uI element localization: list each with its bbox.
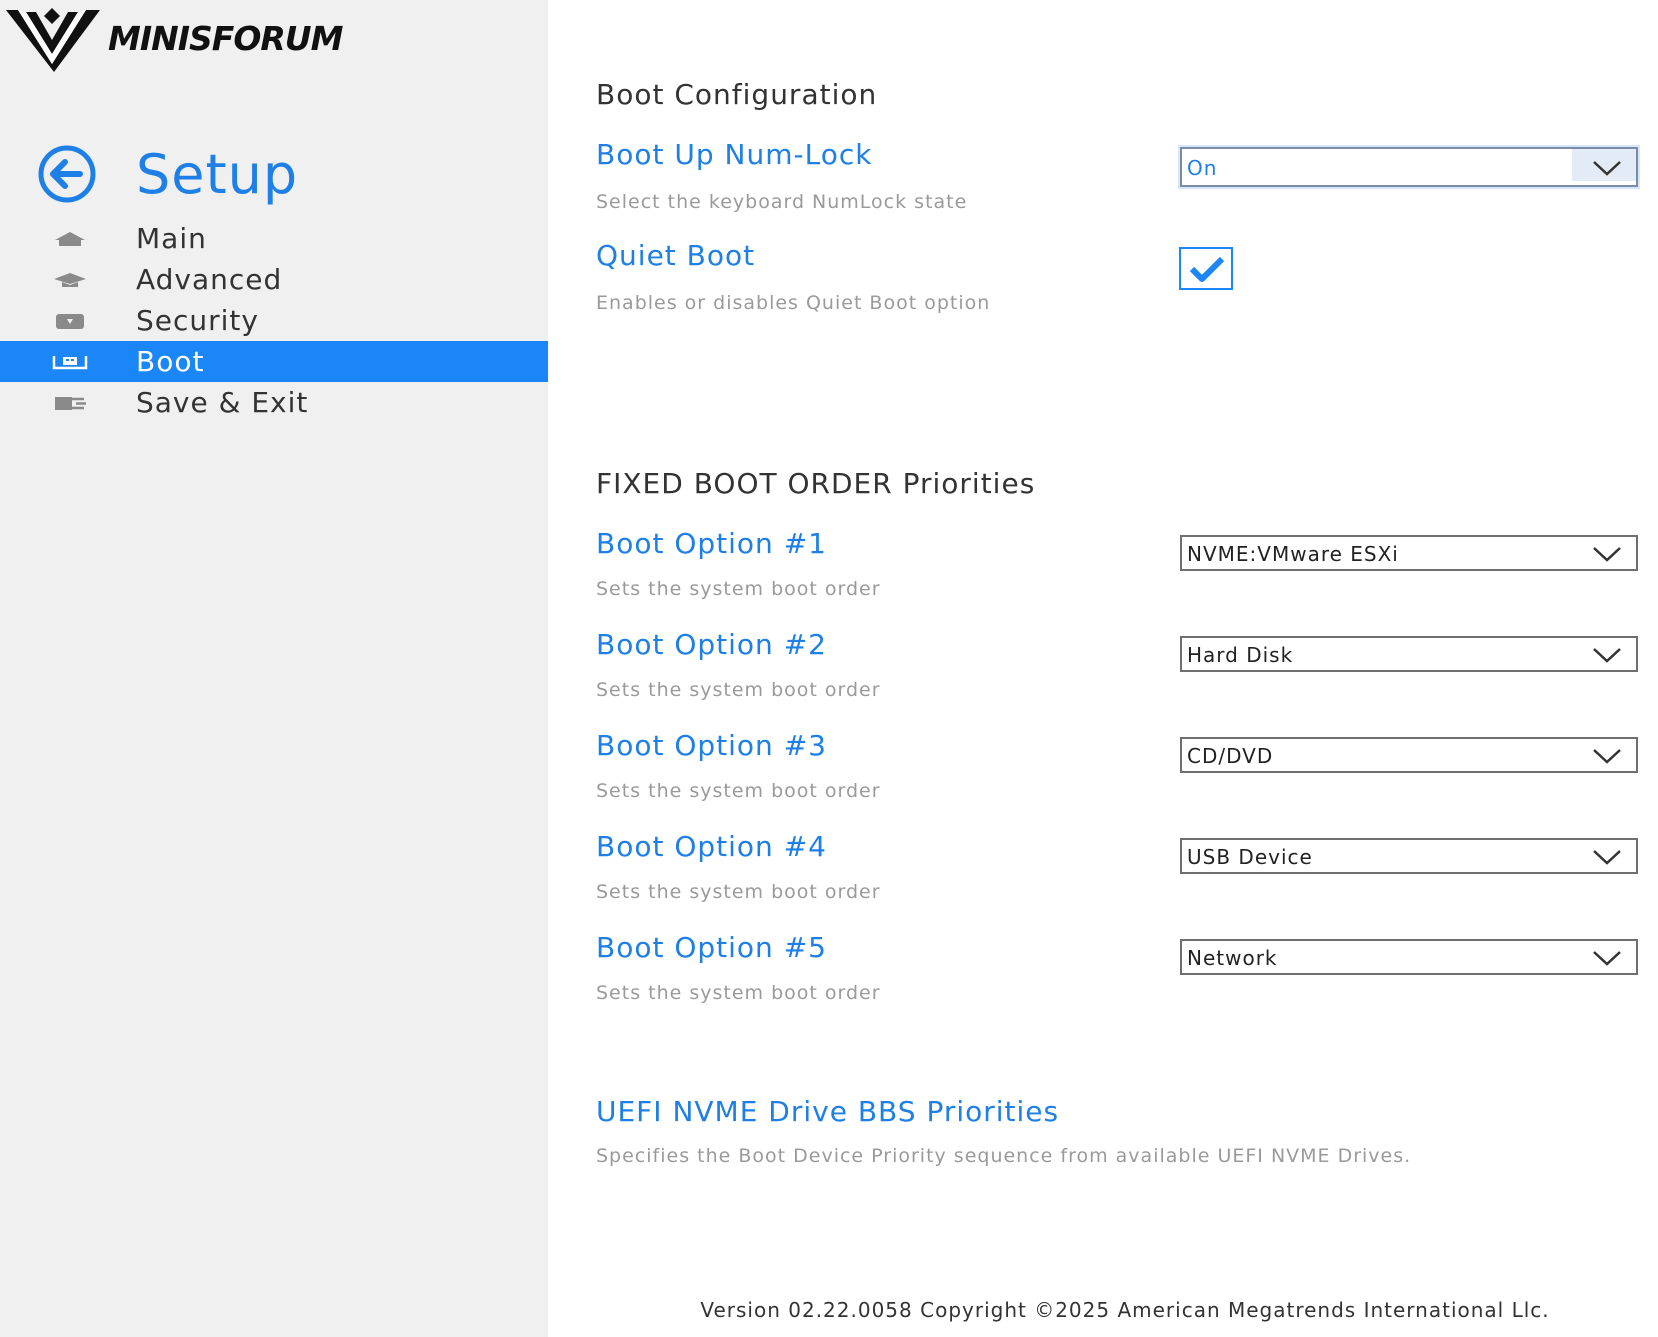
sidebar-item-label: Main <box>136 222 207 255</box>
sidebar-item-label: Advanced <box>136 263 283 296</box>
boot-option-5-label[interactable]: Boot Option #5 <box>596 931 827 964</box>
section-title-boot-order: FIXED BOOT ORDER Priorities <box>596 467 1036 500</box>
brand-name: MINISFORUM <box>108 18 343 58</box>
sidebar-item-label: Security <box>136 304 259 337</box>
boot-option-3-label[interactable]: Boot Option #3 <box>596 729 827 762</box>
boot-option-1-description: Sets the system boot order <box>596 578 881 600</box>
boot-option-2-description: Sets the system boot order <box>596 679 881 701</box>
boot-option-4-select[interactable]: USB Device <box>1180 838 1638 874</box>
shield-icon <box>56 314 84 329</box>
sidebar-nav: Main Advanced Security Boot Save & Exit <box>0 218 548 423</box>
boot-option-3-select[interactable]: CD/DVD <box>1180 737 1638 773</box>
sidebar-item-label: Boot <box>136 345 205 378</box>
chevron-down-icon <box>1593 648 1621 663</box>
section-title-boot-configuration: Boot Configuration <box>596 78 878 111</box>
select-value: Network <box>1187 946 1278 970</box>
nvme-priorities-link[interactable]: UEFI NVME Drive BBS Priorities <box>596 1095 1059 1128</box>
back-button[interactable]: Setup <box>28 138 298 210</box>
boot-option-1-label[interactable]: Boot Option #1 <box>596 527 827 560</box>
boot-option-2-label[interactable]: Boot Option #2 <box>596 628 827 661</box>
sidebar-item-security[interactable]: Security <box>0 300 548 341</box>
nvme-priorities-description: Specifies the Boot Device Priority seque… <box>596 1145 1412 1167</box>
graduation-cap-icon <box>54 273 86 287</box>
exit-icon <box>55 397 86 410</box>
sidebar-item-save-exit[interactable]: Save & Exit <box>0 382 548 423</box>
select-value: USB Device <box>1187 845 1313 869</box>
boot-option-4-label[interactable]: Boot Option #4 <box>596 830 827 863</box>
numlock-label[interactable]: Boot Up Num-Lock <box>596 138 872 171</box>
boot-option-4-description: Sets the system boot order <box>596 881 881 903</box>
brand-logo: MINISFORUM <box>4 2 343 74</box>
chevron-down-icon <box>1593 749 1621 764</box>
quiet-boot-label[interactable]: Quiet Boot <box>596 239 755 272</box>
home-icon <box>55 232 85 246</box>
chevron-down-icon <box>1593 951 1621 966</box>
main-panel: Boot Configuration Boot Up Num-Lock Sele… <box>548 0 1658 1337</box>
numlock-description: Select the keyboard NumLock state <box>596 191 968 213</box>
select-value: NVME:VMware ESXi <box>1187 542 1399 566</box>
sidebar: MINISFORUM Setup Main Advanced Security … <box>0 0 548 1337</box>
boot-option-5-select[interactable]: Network <box>1180 939 1638 975</box>
boot-drive-icon <box>52 356 88 370</box>
footer-text: Version 02.22.0058 Copyright ©2025 Ameri… <box>700 1298 1550 1322</box>
boot-option-5-description: Sets the system boot order <box>596 982 881 1004</box>
select-value: On <box>1187 156 1218 180</box>
sidebar-item-boot[interactable]: Boot <box>0 341 548 382</box>
sidebar-item-label: Save & Exit <box>136 386 309 419</box>
numlock-select[interactable]: On <box>1180 147 1638 187</box>
boot-option-2-select[interactable]: Hard Disk <box>1180 636 1638 672</box>
boot-option-1-select[interactable]: NVME:VMware ESXi <box>1180 535 1638 571</box>
quiet-boot-description: Enables or disables Quiet Boot option <box>596 292 991 314</box>
checkmark-icon <box>1189 256 1225 282</box>
back-arrow-icon <box>38 145 96 203</box>
minisforum-logo-icon <box>6 8 100 72</box>
select-value: Hard Disk <box>1187 643 1294 667</box>
chevron-down-icon <box>1593 161 1621 176</box>
quiet-boot-checkbox[interactable] <box>1179 247 1233 290</box>
sidebar-item-advanced[interactable]: Advanced <box>0 259 548 300</box>
chevron-down-icon <box>1593 850 1621 865</box>
sidebar-item-main[interactable]: Main <box>0 218 548 259</box>
page-title: Setup <box>136 142 299 206</box>
footer-copyright: Version 02.22.0058 Copyright ©2025 Ameri… <box>548 1298 1658 1322</box>
boot-option-3-description: Sets the system boot order <box>596 780 881 802</box>
chevron-down-icon <box>1593 547 1621 562</box>
select-value: CD/DVD <box>1187 744 1274 768</box>
